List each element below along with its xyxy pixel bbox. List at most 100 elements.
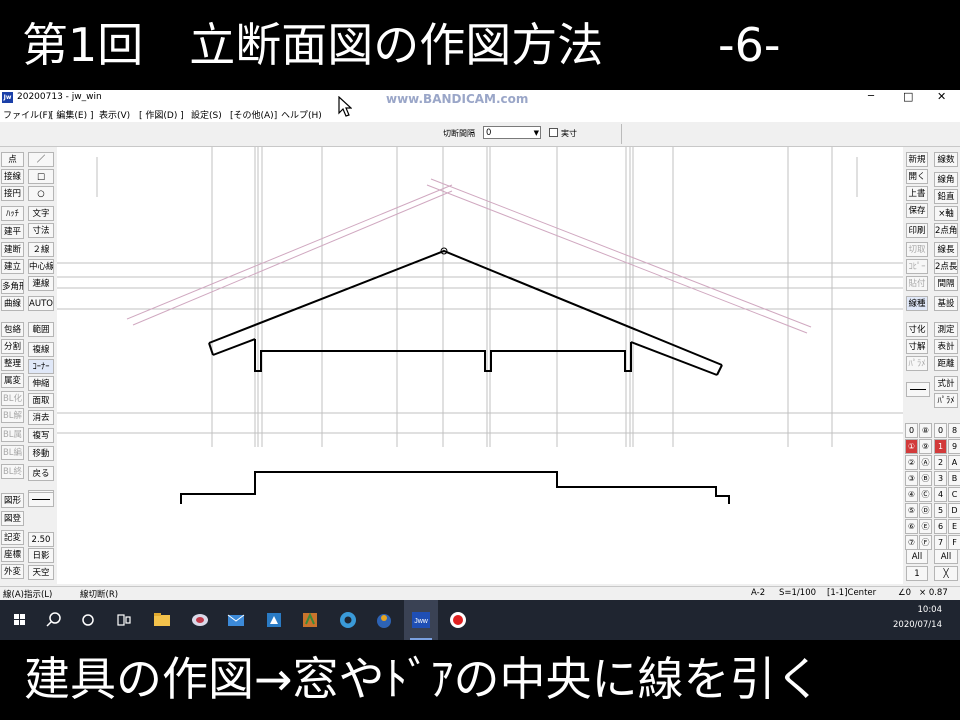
left-tool-3[interactable]: ﾊｯﾁ — [1, 206, 24, 221]
left-tool-1[interactable]: 接線 — [1, 169, 24, 184]
windows-start-icon[interactable] — [8, 608, 32, 632]
mail-icon[interactable] — [224, 608, 248, 632]
left-tool2-4[interactable]: 寸法 — [28, 223, 54, 238]
layer-button-col4-4[interactable]: C — [948, 487, 960, 502]
left-tool-18[interactable]: 図形 — [1, 493, 24, 508]
layer-all2-button[interactable]: All — [934, 549, 958, 564]
left-tool-19[interactable]: 図登 — [1, 511, 24, 526]
right-tool-10[interactable]: 寸解 — [906, 339, 928, 354]
left-tool2-7[interactable]: 連線 — [28, 276, 54, 291]
layer-button-col1-7[interactable]: ⑦ — [905, 535, 918, 550]
left-tool-2[interactable]: 接円 — [1, 186, 24, 201]
left-tool2-11[interactable]: ｺｰﾅｰ — [28, 359, 54, 374]
layer-button-col2-5[interactable]: Ⓓ — [919, 503, 932, 518]
status-paper[interactable]: A-2 — [751, 588, 765, 598]
right-tool2-4[interactable]: 2点角 — [934, 223, 958, 238]
left-tool-15[interactable]: BL属 — [1, 427, 24, 442]
left-tool-7[interactable]: 多角形 — [1, 279, 24, 294]
dropdown-arrow-icon[interactable]: ▼ — [534, 127, 539, 140]
app2-icon[interactable] — [298, 608, 322, 632]
right-tool2-3[interactable]: ×軸 — [934, 206, 958, 221]
right-tool2-6[interactable]: 2点長 — [934, 259, 958, 274]
layer-button-col1-2[interactable]: ② — [905, 455, 918, 470]
layer-x_btn-button[interactable]: ╳ — [934, 566, 958, 581]
layer-button-col4-3[interactable]: B — [948, 471, 960, 486]
layer-button-col2-0[interactable]: ⑧ — [919, 423, 932, 438]
layer-button-col3-1[interactable]: 1 — [934, 439, 947, 454]
line-style-swatch-0[interactable] — [28, 492, 54, 507]
drawing-canvas[interactable] — [57, 147, 903, 584]
right-tool2-1[interactable]: 線角 — [934, 172, 958, 187]
right-tool-7[interactable]: 貼付 — [906, 276, 928, 291]
layer-button-col3-3[interactable]: 3 — [934, 471, 947, 486]
right-tool-9[interactable]: 寸化 — [906, 322, 928, 337]
layer-button-col3-5[interactable]: 5 — [934, 503, 947, 518]
app3-icon[interactable] — [372, 608, 396, 632]
status-scale[interactable]: S=1/100 — [779, 588, 816, 598]
layer-button-col4-2[interactable]: A — [948, 455, 960, 470]
layer-button-col3-0[interactable]: 0 — [934, 423, 947, 438]
layer-button-col4-6[interactable]: E — [948, 519, 960, 534]
layer-button-col2-4[interactable]: Ⓒ — [919, 487, 932, 502]
left-tool2-13[interactable]: 面取 — [28, 393, 54, 408]
menu-file[interactable]: ファイル(F) — [3, 108, 51, 121]
left-tool2-5[interactable]: ２線 — [28, 242, 54, 257]
layer-button-col2-6[interactable]: Ⓔ — [919, 519, 932, 534]
right-tool2-8[interactable]: 基設 — [934, 296, 958, 311]
left-tool2-6[interactable]: 中心線 — [28, 259, 54, 274]
right-tool2-11[interactable]: 距離 — [934, 356, 958, 371]
right-tool2-12[interactable]: 式計 — [934, 376, 958, 391]
layer-button-col1-1[interactable]: ① — [905, 439, 918, 454]
status-zoom[interactable]: × 0.87 — [919, 588, 948, 598]
left-tool-11[interactable]: 整理 — [1, 356, 24, 371]
close-button[interactable]: ✕ — [937, 90, 946, 103]
left-tool-4[interactable]: 建平 — [1, 224, 24, 239]
left-tool-20[interactable]: 記変 — [1, 530, 24, 545]
left-tool2-12[interactable]: 伸縮 — [28, 376, 54, 391]
left-tool-22[interactable]: 外変 — [1, 564, 24, 579]
layer-button-col1-4[interactable]: ④ — [905, 487, 918, 502]
left-tool-13[interactable]: BL化 — [1, 391, 24, 406]
left-tool2-20[interactable]: 日影 — [28, 548, 54, 563]
layer-button-col4-7[interactable]: F — [948, 535, 960, 550]
left-tool-21[interactable]: 座標 — [1, 547, 24, 562]
left-tool2-0[interactable]: ／ — [28, 152, 54, 167]
right-tool2-13[interactable]: ﾊﾟﾗﾒ — [934, 393, 958, 408]
layer-button-col1-5[interactable]: ⑤ — [905, 503, 918, 518]
left-tool-17[interactable]: BL終 — [1, 464, 24, 479]
layer-button-col4-1[interactable]: 9 — [948, 439, 960, 454]
left-tool-6[interactable]: 建立 — [1, 259, 24, 274]
left-tool2-1[interactable]: □ — [28, 169, 54, 184]
right-tool-4[interactable]: 印刷 — [906, 223, 928, 238]
layer-all1-button[interactable]: All — [906, 549, 928, 564]
layer-button-col3-7[interactable]: 7 — [934, 535, 947, 550]
layer-button-col1-0[interactable]: 0 — [905, 423, 918, 438]
layer-button-col3-2[interactable]: 2 — [934, 455, 947, 470]
layer-button-col1-3[interactable]: ③ — [905, 471, 918, 486]
menu-draw[interactable]: [ 作図(D) ] — [139, 108, 184, 121]
line-style-swatch-1[interactable] — [906, 382, 930, 397]
layer-button-col4-5[interactable]: D — [948, 503, 960, 518]
left-tool2-15[interactable]: 複写 — [28, 428, 54, 443]
left-tool2-2[interactable]: ○ — [28, 186, 54, 201]
layer-button-col3-6[interactable]: 6 — [934, 519, 947, 534]
right-tool-8[interactable]: 線種 — [906, 296, 928, 311]
layer-button-col2-3[interactable]: Ⓑ — [919, 471, 932, 486]
menu-view[interactable]: 表示(V) — [99, 108, 130, 121]
left-tool2-17[interactable]: 戻る — [28, 466, 54, 481]
left-tool2-14[interactable]: 消去 — [28, 410, 54, 425]
right-tool-1[interactable]: 開く — [906, 169, 928, 184]
task-view-icon[interactable] — [112, 608, 136, 632]
menu-other[interactable]: [その他(A)] — [230, 108, 277, 121]
store-icon[interactable] — [262, 608, 286, 632]
edge-icon[interactable] — [336, 608, 360, 632]
taskbar-clock[interactable]: 10:04 2020/07/14 — [893, 603, 942, 633]
right-tool-3[interactable]: 保存 — [906, 203, 928, 218]
layer-button-col3-4[interactable]: 4 — [934, 487, 947, 502]
layer-button-col2-1[interactable]: ⑨ — [919, 439, 932, 454]
menu-edit[interactable]: [ 編集(E) ] — [50, 108, 93, 121]
left-tool2-10[interactable]: 複線 — [28, 342, 54, 357]
cut-interval-input[interactable]: 0 ▼ — [483, 126, 541, 139]
left-tool-0[interactable]: 点 — [1, 152, 24, 167]
right-tool2-5[interactable]: 線長 — [934, 242, 958, 257]
